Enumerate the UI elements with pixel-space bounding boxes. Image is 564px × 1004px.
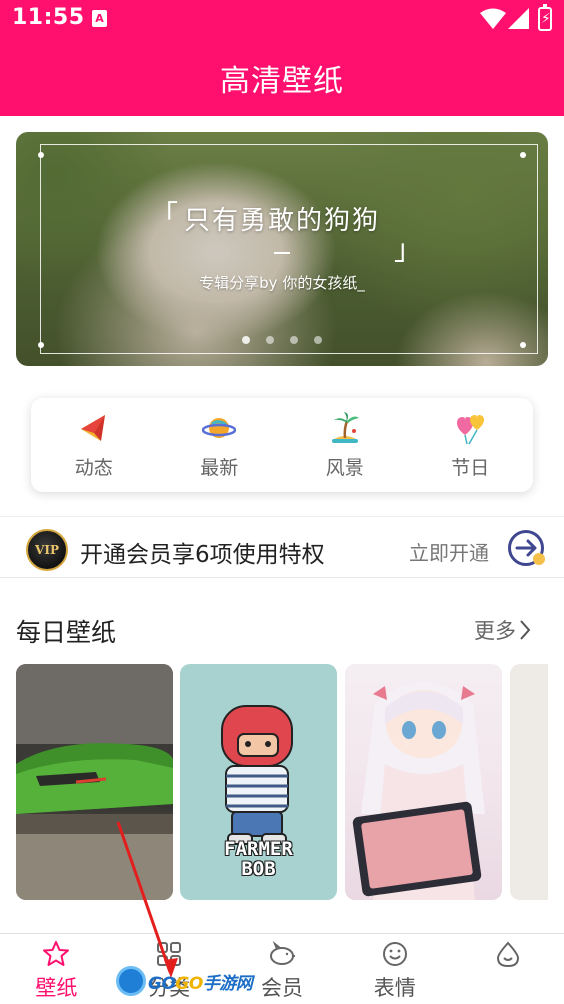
watermark-text: GOGO手游网 [148,969,253,994]
banner-corner-dot [520,152,526,158]
category-label: 动态 [74,456,113,479]
carousel-indicator [242,336,322,344]
nav-label: 会员 [260,976,303,1000]
thumb-caption-line: BOB [241,858,276,880]
car-image [16,664,173,900]
category-label: 节日 [451,456,490,479]
banner-corner-dot [38,342,44,348]
wallpaper-thumb-anime[interactable] [345,664,502,900]
drop-face-icon [496,941,519,968]
banner-corner-dot [38,152,44,158]
more-link[interactable]: 更多 [474,615,532,645]
nav-label: 壁纸 [35,976,78,1000]
category-label: 风景 [325,456,364,479]
banner-corner-dot [520,342,526,348]
carousel-dot[interactable] [266,336,274,344]
app-header: 11:55 A ⚡ 高清壁纸 [0,0,564,116]
banner-title: 只有勇敢的狗狗 [183,206,380,236]
piggy-bank-icon [269,940,295,965]
wallpaper-thumb-car[interactable] [16,664,173,900]
category-latest[interactable]: 最新 [174,405,264,485]
category-card: 动态 最新 风景 节日 [31,398,533,492]
page-title: 高清壁纸 [220,64,344,99]
notification-icon: A [92,10,107,27]
smiley-icon [382,942,407,966]
category-scenery[interactable]: 风景 [300,405,390,485]
banner-subtitle: 专辑分享by 你的女孩纸_ [199,274,365,292]
category-label: 最新 [200,456,239,479]
carousel-dot[interactable] [290,336,298,344]
carousel-dot[interactable] [314,336,322,344]
vip-promo-text: 开通会员享6项使用特权 [80,542,325,568]
status-time: 11:55 [12,5,85,30]
arrow-right-circle-icon[interactable] [507,529,549,571]
wallpaper-thumb-farmer-bob[interactable]: FARMER BOB [180,664,337,900]
palm-tree-icon [331,411,359,443]
vip-banner[interactable]: VIP 开通会员享6项使用特权 立即开通 [0,516,564,578]
planet-icon [202,417,237,438]
banner-divider [274,252,290,254]
signal-icon [508,8,529,29]
watermark-text-part: GO [148,973,176,994]
category-holiday[interactable]: 节日 [425,405,515,485]
wallpaper-thumb-partial[interactable] [510,664,548,900]
grid-icon [157,942,182,966]
daily-section-title: 每日壁纸 [16,618,117,647]
thumb-caption: FARMER BOB [180,839,337,879]
star-icon [43,941,70,966]
banner-frame [40,144,538,354]
category-dynamic[interactable]: 动态 [49,405,139,485]
watermark-text-part: 手游网 [202,973,253,994]
battery-icon: ⚡ [538,4,552,31]
anime-girl-image [352,681,485,900]
balloon-heart-icon [457,414,485,444]
banner-bracket-close: 」 [394,233,423,266]
nav-label: 表情 [373,976,416,1000]
thumb-caption-line: FARMER [224,838,293,860]
banner-carousel[interactable]: 「 只有勇敢的狗狗 」 专辑分享by 你的女孩纸_ [16,132,548,366]
watermark-circle-icon [116,966,146,996]
more-label: 更多 [474,619,516,643]
nav-item-wallpaper[interactable]: 壁纸 [0,934,113,1004]
kite-icon [80,414,105,441]
chevron-right-icon [520,620,531,640]
nav-item-emoji[interactable]: 表情 [338,934,451,1004]
carousel-dot[interactable] [242,336,250,344]
vip-open-link[interactable]: 立即开通 [409,537,489,566]
nav-item-profile[interactable] [451,934,564,1004]
watermark-text-part: GO [175,973,203,994]
daily-wallpaper-list: FARMER BOB [16,664,548,900]
wifi-icon [480,8,506,29]
vip-badge-icon: VIP [26,529,68,571]
status-bar: 11:55 A ⚡ [0,0,564,38]
bottom-nav: 壁纸 分类 会员 表情 [0,933,564,1004]
watermark-logo: GOGO手游网 [116,966,253,996]
